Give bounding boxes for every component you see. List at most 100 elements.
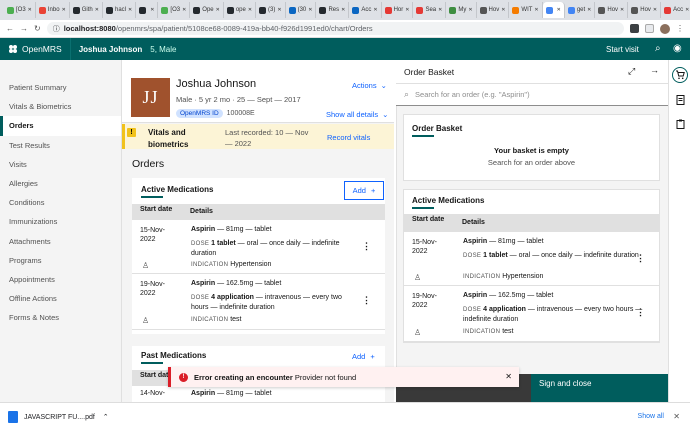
nav-item[interactable]: Offline Actions: [0, 289, 121, 308]
nav-item[interactable]: Test Results: [0, 136, 121, 155]
tab-label: Gith: [81, 7, 93, 13]
tab-close-icon[interactable]: ✕: [653, 7, 657, 13]
browser-tab[interactable]: Hor ✕: [382, 2, 414, 18]
user-icon[interactable]: ◉: [673, 43, 685, 55]
nav-item[interactable]: Programs: [0, 251, 121, 270]
overflow-menu-icon[interactable]: ⋮: [362, 241, 371, 252]
reload-icon[interactable]: ↻: [34, 24, 41, 33]
nav-item[interactable]: Vitals & Biometrics: [0, 97, 121, 116]
close-icon[interactable]: ✕: [673, 412, 680, 421]
indication-line: INDICATION Hypertension: [191, 261, 271, 268]
browser-tab[interactable]: Ope ✕: [190, 2, 224, 18]
tab-favicon-icon: [416, 6, 424, 14]
chevron-up-icon[interactable]: ⌃: [103, 413, 109, 421]
tab-close-icon[interactable]: ✕: [150, 7, 154, 13]
tab-close-icon[interactable]: ✕: [534, 7, 538, 13]
nav-item[interactable]: Allergies: [0, 174, 121, 193]
url-field[interactable]: ⓘ localhost:8080/openmrs/spa/patient/510…: [46, 22, 624, 35]
shopping-cart-icon[interactable]: [672, 67, 688, 83]
tab-close-icon[interactable]: ✕: [248, 7, 252, 13]
download-filename[interactable]: JAVASCRIPT FU....pdf: [24, 414, 95, 421]
tab-close-icon[interactable]: ✕: [62, 7, 66, 13]
browser-tab[interactable]: Inbo ✕: [36, 2, 70, 18]
tab-close-icon[interactable]: ✕: [468, 7, 472, 13]
tab-label: Hov: [488, 7, 500, 13]
tab-close-icon[interactable]: ✕: [216, 7, 220, 13]
maximize-icon[interactable]: ⤢: [628, 66, 635, 77]
toast-title: Error creating an encounter: [194, 372, 293, 382]
back-icon[interactable]: ←: [6, 24, 14, 33]
tab-close-icon[interactable]: ✕: [685, 7, 689, 13]
show-all-details-link[interactable]: Show all details ⌄: [326, 110, 388, 119]
browser-tab[interactable]: Gith ✕: [70, 2, 103, 18]
browser-tab[interactable]: ✕: [136, 2, 159, 18]
tab-close-icon[interactable]: ✕: [308, 7, 312, 13]
orders-heading: Orders: [132, 158, 165, 170]
close-arrow-icon[interactable]: →: [650, 65, 659, 75]
order-search-input[interactable]: ⌕ Search for an order (e.g. "Aspirin"): [396, 84, 668, 106]
tab-close-icon[interactable]: ✕: [373, 7, 377, 13]
overflow-menu-icon[interactable]: ⋮: [636, 307, 645, 318]
start-visit-button[interactable]: Start visit: [594, 38, 651, 60]
document-icon[interactable]: [672, 92, 688, 108]
actions-button[interactable]: Actions ⌄: [352, 81, 387, 90]
tab-close-icon[interactable]: ✕: [95, 7, 99, 13]
overflow-menu-icon[interactable]: ⋮: [636, 253, 645, 264]
browser-tab[interactable]: [O3 ✕: [158, 2, 191, 18]
browser-tab[interactable]: WIT ✕: [509, 2, 543, 18]
nav-item[interactable]: Attachments: [0, 232, 121, 251]
browser-tab[interactable]: hacl ✕: [103, 2, 137, 18]
browser-tab[interactable]: [O3 ✕: [4, 2, 36, 18]
tab-close-icon[interactable]: ✕: [341, 7, 345, 13]
browser-menu-icon[interactable]: ⋮: [676, 24, 684, 33]
record-vitals-link[interactable]: Record vitals: [327, 133, 370, 142]
tab-close-icon[interactable]: ✕: [277, 7, 281, 13]
browser-tab[interactable]: Hov ✕: [628, 2, 662, 18]
sign-and-close-button[interactable]: Sign and close: [531, 374, 668, 402]
browser-tab[interactable]: Hov ✕: [595, 2, 629, 18]
tab-close-icon[interactable]: ✕: [28, 7, 32, 13]
browser-tab[interactable]: Res ✕: [316, 2, 350, 18]
app-logo[interactable]: OpenMRS: [0, 38, 71, 60]
browser-tab[interactable]: Acc ✕: [661, 2, 690, 18]
nav-item[interactable]: Patient Summary: [0, 78, 121, 97]
nav-item[interactable]: Immunizations: [0, 212, 121, 231]
tab-close-icon[interactable]: ✕: [128, 7, 132, 13]
browser-tab[interactable]: get ✕: [565, 2, 596, 18]
tab-label: Res: [328, 7, 340, 13]
tab-close-icon[interactable]: ✕: [620, 7, 624, 13]
tab-close-icon[interactable]: ✕: [501, 7, 505, 13]
tab-close-icon[interactable]: ✕: [438, 7, 442, 13]
nav-item[interactable]: Forms & Notes: [0, 308, 121, 327]
extensions-puzzle-icon[interactable]: [645, 24, 654, 33]
start-date: 19-Nov-2022: [140, 281, 165, 297]
search-icon[interactable]: ⌕: [655, 43, 667, 55]
browser-tab[interactable]: (3) ✕: [256, 2, 286, 18]
nav-item[interactable]: Visits: [0, 155, 121, 174]
tab-close-icon[interactable]: ✕: [587, 7, 591, 13]
browser-tab[interactable]: ✕: [542, 2, 565, 18]
nav-item[interactable]: Conditions: [0, 193, 121, 212]
tab-close-icon[interactable]: ✕: [557, 7, 561, 13]
add-past-medication-button[interactable]: Add +: [352, 352, 375, 361]
tab-close-icon[interactable]: ✕: [405, 7, 409, 13]
nav-item[interactable]: Appointments: [0, 270, 121, 289]
browser-tab[interactable]: (30 ✕: [286, 2, 317, 18]
show-all-downloads-link[interactable]: Show all: [638, 413, 664, 420]
browser-tab[interactable]: Acc ✕: [349, 2, 382, 18]
extension-icon[interactable]: [630, 24, 639, 33]
profile-avatar[interactable]: [660, 23, 670, 34]
clipboard-icon[interactable]: [672, 116, 688, 132]
overflow-menu-icon[interactable]: ⋮: [362, 295, 371, 306]
forward-icon[interactable]: →: [20, 24, 28, 33]
nav-item[interactable]: Orders: [0, 116, 121, 136]
tab-favicon-icon: [512, 6, 520, 14]
add-active-medication-button[interactable]: Add +: [344, 181, 384, 200]
browser-tab[interactable]: Sea ✕: [413, 2, 447, 18]
tab-label: Inbo: [47, 7, 60, 13]
close-icon[interactable]: ✕: [505, 372, 512, 381]
tab-close-icon[interactable]: ✕: [182, 7, 186, 13]
browser-tab[interactable]: Hov ✕: [477, 2, 510, 18]
browser-tab[interactable]: My ✕: [446, 2, 477, 18]
browser-tab[interactable]: ope ✕: [224, 2, 257, 18]
